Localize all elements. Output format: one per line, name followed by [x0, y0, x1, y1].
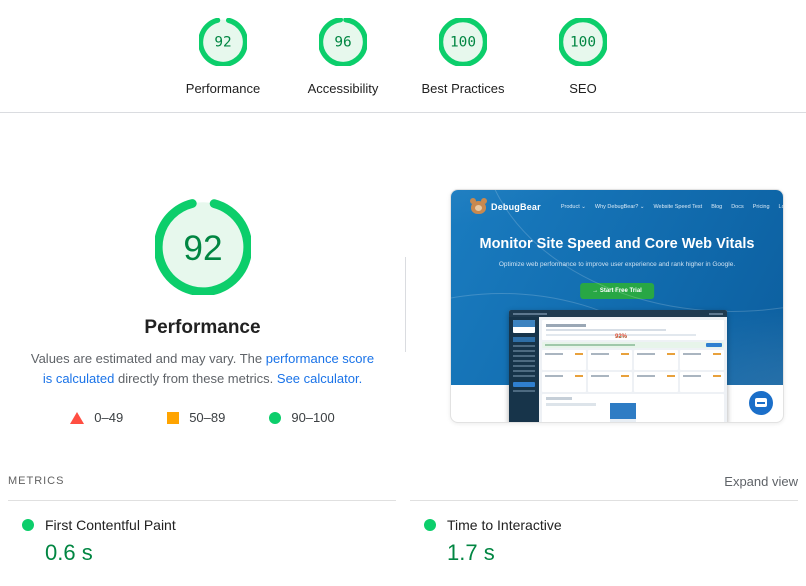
- metrics-columns: First Contentful Paint 0.6 s Time to Int…: [8, 500, 798, 566]
- performance-title: Performance: [0, 317, 405, 339]
- summary-gauge-accessibility[interactable]: 96 Accessibility: [283, 18, 403, 96]
- nav-blog[interactable]: Blog: [711, 204, 722, 210]
- summary-gauge-seo[interactable]: 100 SEO: [523, 18, 643, 96]
- chat-widget-button[interactable]: [749, 391, 773, 415]
- score-summary-header: 92 Performance 96 Accessibility 100 Best…: [0, 0, 806, 113]
- dashboard-filmstrip: [542, 394, 724, 423]
- vertical-divider: [405, 257, 406, 352]
- dashboard-score-red: 92%—: [546, 334, 696, 336]
- dashboard-report-header: 90%— 92%—: [542, 320, 724, 340]
- average-square-icon: [167, 412, 179, 424]
- seo-gauge-label: SEO: [569, 81, 596, 96]
- accessibility-score: 96: [334, 34, 351, 50]
- performance-gauge-large-wrap: 92: [0, 199, 405, 300]
- metric-value: 1.7 s: [447, 540, 798, 566]
- dashboard-metric-cards: [542, 350, 724, 392]
- dashboard-sidebar-thumbnail: [513, 320, 535, 333]
- nav-pricing[interactable]: Pricing: [753, 204, 770, 210]
- hero-heading: Monitor Site Speed and Core Web Vitals: [451, 236, 783, 252]
- metric-time-to-interactive: Time to Interactive 1.7 s: [410, 500, 798, 566]
- metrics-header: METRICS Expand view: [8, 471, 798, 491]
- best-practices-gauge-label: Best Practices: [421, 81, 504, 96]
- performance-summary-column: 92 Performance Values are estimated and …: [0, 113, 405, 425]
- debugbear-navbar: DebugBear Product ⌄ Why DebugBear? ⌄ Web…: [471, 199, 771, 214]
- gauge-row: 92 Performance 96 Accessibility 100 Best…: [0, 0, 806, 96]
- description-text-2: directly from these metrics.: [114, 371, 277, 386]
- seo-gauge-icon: 100: [559, 18, 607, 66]
- nav-website-speed-test[interactable]: Website Speed Test: [653, 204, 702, 210]
- nav-why-debugbear[interactable]: Why DebugBear? ⌄: [595, 204, 645, 210]
- debugbear-brand-text: DebugBear: [491, 202, 541, 212]
- summary-gauge-best-practices[interactable]: 100 Best Practices: [403, 18, 523, 96]
- debugbear-nav-links: Product ⌄ Why DebugBear? ⌄ Website Speed…: [561, 204, 784, 210]
- fail-range-label: 0–49: [94, 410, 123, 425]
- description-text-1: Values are estimated and may vary. The: [31, 351, 266, 366]
- performance-gauge-icon: 92: [199, 18, 247, 66]
- performance-score: 92: [214, 34, 231, 50]
- legend-fail: 0–49: [70, 410, 123, 425]
- dashboard-sidebar-button: [513, 382, 535, 387]
- legend-pass: 90–100: [269, 410, 334, 425]
- performance-gauge-label: Performance: [186, 81, 260, 96]
- metrics-section: METRICS Expand view First Contentful Pai…: [0, 471, 806, 566]
- expand-view-link[interactable]: Expand view: [724, 474, 798, 489]
- best-practices-score: 100: [450, 34, 476, 50]
- pass-range-label: 90–100: [291, 410, 334, 425]
- legend-average: 50–89: [167, 410, 225, 425]
- fail-triangle-icon: [70, 412, 84, 424]
- pass-dot-icon: [22, 519, 34, 531]
- screenshot-column: DebugBear Product ⌄ Why DebugBear? ⌄ Web…: [450, 189, 784, 423]
- pass-circle-icon: [269, 412, 281, 424]
- hero-start-free-trial-button[interactable]: → Start Free Trial: [580, 283, 654, 299]
- summary-gauge-performance[interactable]: 92 Performance: [163, 18, 283, 96]
- nav-log-in[interactable]: Log In: [779, 204, 784, 210]
- performance-score-large: 92: [183, 229, 222, 268]
- performance-gauge-large: 92: [155, 199, 251, 295]
- debugbear-logo: DebugBear: [471, 199, 541, 214]
- pass-dot-icon: [424, 519, 436, 531]
- dashboard-main: 90%— 92%—: [539, 317, 727, 423]
- accessibility-gauge-label: Accessibility: [308, 81, 379, 96]
- nav-docs[interactable]: Docs: [731, 204, 744, 210]
- performance-section: 92 Performance Values are estimated and …: [0, 113, 806, 465]
- best-practices-gauge-icon: 100: [439, 18, 487, 66]
- performance-description: Values are estimated and may vary. The p…: [30, 349, 375, 389]
- metric-first-contentful-paint: First Contentful Paint 0.6 s: [8, 500, 396, 566]
- metrics-section-label: METRICS: [8, 475, 64, 487]
- dashboard-topbar: [509, 310, 727, 317]
- final-screenshot-thumbnail[interactable]: DebugBear Product ⌄ Why DebugBear? ⌄ Web…: [450, 189, 784, 423]
- bear-icon: [471, 201, 486, 214]
- average-range-label: 50–89: [189, 410, 225, 425]
- metric-name: First Contentful Paint: [45, 517, 176, 533]
- score-legend: 0–49 50–89 90–100: [0, 410, 405, 425]
- see-calculator-link[interactable]: See calculator.: [277, 371, 362, 386]
- nav-product[interactable]: Product ⌄: [561, 204, 586, 210]
- accessibility-gauge-icon: 96: [319, 18, 367, 66]
- metric-value: 0.6 s: [45, 540, 396, 566]
- dashboard-screenshot: 90%— 92%—: [509, 310, 727, 423]
- seo-score: 100: [570, 34, 596, 50]
- metric-name: Time to Interactive: [447, 517, 562, 533]
- hero-subheading: Optimize web performance to improve user…: [451, 261, 783, 268]
- dashboard-notice-bar: [542, 342, 724, 348]
- dashboard-sidebar: [509, 317, 539, 423]
